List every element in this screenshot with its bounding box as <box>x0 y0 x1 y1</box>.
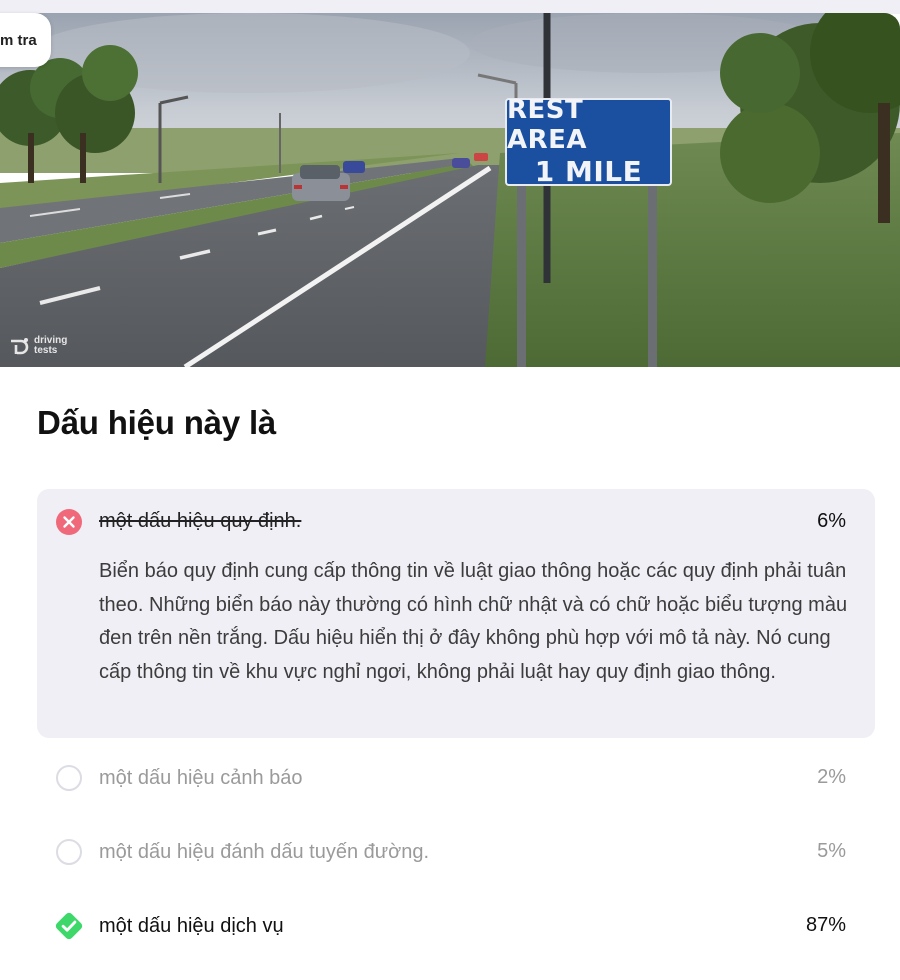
question-title: Dấu hiệu này là <box>37 404 277 441</box>
answer-percent: 2% <box>817 766 846 788</box>
answer-percent: 6% <box>817 510 846 532</box>
answer-option-1[interactable]: một dấu hiệu quy định. 6% Biển báo quy đ… <box>37 489 875 738</box>
incorrect-x-icon <box>56 509 82 535</box>
drivingtests-logo-icon <box>11 338 29 355</box>
answer-label: một dấu hiệu dịch vụ <box>99 915 284 937</box>
answer-label: một dấu hiệu đánh dấu tuyến đường. <box>99 841 430 863</box>
radio-circle-icon <box>56 839 82 865</box>
answer-percent: 87% <box>805 914 846 936</box>
sign-line-1: REST AREA <box>507 95 588 155</box>
correct-check-icon <box>55 912 83 940</box>
radio-circle-icon <box>56 765 82 791</box>
answer-percent: 5% <box>817 840 846 862</box>
answer-option-3[interactable]: một dấu hiệu đánh dấu tuyến đường. 5% <box>37 812 875 886</box>
answer-option-4[interactable]: một dấu hiệu dịch vụ 87% <box>37 886 875 960</box>
logo-line-2: tests <box>34 345 58 356</box>
answer-explanation: Biển báo quy định cung cấp thông tin về … <box>99 560 848 683</box>
answer-label: một dấu hiệu cảnh báo <box>99 767 303 789</box>
question-image: REST AREA 1 MILE <box>0 13 900 367</box>
mode-chip[interactable]: m tra <box>0 13 51 67</box>
answer-label: một dấu hiệu quy định. <box>99 510 302 532</box>
rest-area-sign: REST AREA 1 MILE <box>505 95 672 188</box>
watermark-logo: driving tests <box>8 335 67 357</box>
top-band <box>0 0 900 14</box>
answer-option-2[interactable]: một dấu hiệu cảnh báo 2% <box>37 738 875 812</box>
answer-list: một dấu hiệu quy định. 6% Biển báo quy đ… <box>37 489 875 960</box>
mode-chip-label: m tra <box>0 31 37 49</box>
sign-line-2: 1 MILE <box>534 155 643 188</box>
